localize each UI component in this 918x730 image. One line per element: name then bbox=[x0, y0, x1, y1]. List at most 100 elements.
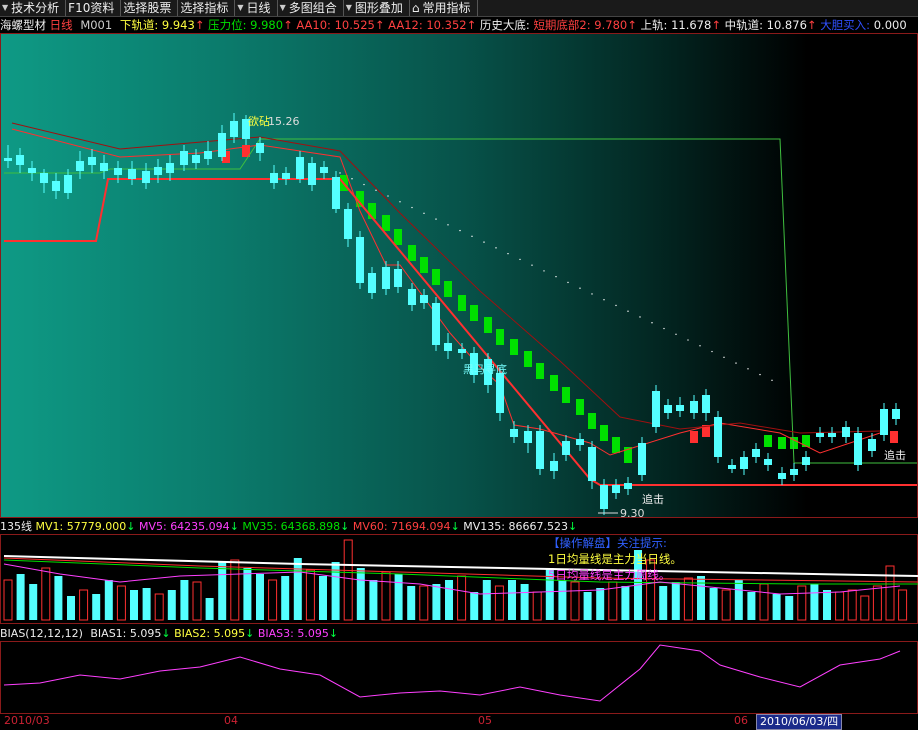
note-line-2: 5日均量线是主力周线。 bbox=[548, 568, 671, 582]
upper-track-value: 11.678 bbox=[671, 18, 712, 32]
candle-body-down bbox=[458, 349, 466, 353]
dotted-guide-dot bbox=[375, 189, 377, 191]
dotted-guide-dot bbox=[687, 339, 689, 341]
volume-bar-down bbox=[621, 586, 630, 620]
arrow-down-icon: ↓ bbox=[328, 627, 339, 640]
dotted-guide-dot bbox=[363, 183, 365, 186]
trend-band-block bbox=[576, 399, 584, 415]
toolbar-button-5[interactable]: ▼ 多图组合 bbox=[278, 0, 344, 16]
dropdown-arrow-icon: ▼ bbox=[279, 3, 286, 12]
volume-bar-up bbox=[3, 579, 13, 621]
toolbar-button-7[interactable]: ⌂ 常用指标 bbox=[410, 0, 478, 16]
bias-line bbox=[3, 644, 901, 702]
panel-border bbox=[0, 641, 918, 714]
candle-body-down bbox=[892, 409, 900, 419]
candle-body-down bbox=[256, 143, 264, 153]
trend-band-block bbox=[496, 329, 504, 345]
dotted-guide-dot bbox=[747, 368, 749, 370]
toolbar: ▼ 技术分析 F10资料 选择股票 选择指标 ▼ 日线 ▼ 多图组合 ▼ 图形叠加 ⌂ 常用指标 bbox=[0, 0, 918, 17]
arrow-down-icon: ↓ bbox=[340, 520, 350, 533]
toolbar-button-6[interactable]: ▼ 图形叠加 bbox=[344, 0, 410, 16]
toolbar-button-3[interactable]: 选择指标 bbox=[178, 0, 236, 16]
trend-band-block bbox=[420, 257, 428, 273]
volume-bar-down bbox=[67, 596, 75, 620]
arrow-down-icon: ↓ bbox=[568, 520, 578, 533]
candle-body-down bbox=[114, 168, 122, 175]
candle-body-down bbox=[638, 443, 646, 475]
candle-body-down bbox=[408, 289, 416, 305]
dotted-guide-dot bbox=[459, 229, 461, 232]
trend-band-block bbox=[890, 431, 898, 443]
dotted-guide-dot bbox=[615, 304, 617, 307]
candle-body-down bbox=[714, 417, 722, 457]
volume-bar-up bbox=[872, 585, 882, 621]
volume-bar-down bbox=[29, 584, 38, 620]
mid-track-value: 10.876 bbox=[766, 18, 807, 32]
toolbar-button-1[interactable]: F10资料 bbox=[66, 0, 122, 16]
indicator-info-bar: 海螺型材 日线 M001 下轨道: 9.943↑ 压力位: 9.980↑ AA1… bbox=[0, 17, 918, 33]
toolbar-button-2[interactable]: 选择股票 bbox=[121, 0, 179, 16]
volume-bar-up bbox=[759, 583, 769, 621]
candle-body-down bbox=[204, 151, 212, 159]
volume-bar-up bbox=[835, 591, 845, 621]
bias-info-bar: BIAS(12,12,12) BIAS1: 5.095↓ BIAS2: 5.09… bbox=[0, 626, 918, 641]
volume-bar-down bbox=[432, 584, 441, 620]
big-buy-value: 0.000 bbox=[873, 18, 907, 32]
bias-panel-name: BIAS(12,12,12) bbox=[0, 627, 83, 640]
candle-body-down bbox=[854, 433, 862, 465]
toolbar-button-4[interactable]: ▼ 日线 bbox=[235, 0, 278, 16]
toolbar-button-label: 常用指标 bbox=[422, 1, 471, 15]
dotted-guide-dot bbox=[735, 362, 737, 364]
bias3-value: 5.095 bbox=[297, 627, 329, 640]
volume-bar-up bbox=[268, 579, 278, 621]
volume-bar-down bbox=[709, 588, 718, 620]
trend-band-block bbox=[394, 229, 402, 245]
volume-bar-down bbox=[16, 574, 25, 620]
mv135-label: MV135: bbox=[463, 520, 505, 533]
dotted-guide-dot bbox=[423, 212, 425, 215]
candle-body-down bbox=[828, 433, 836, 437]
mv5-label: MV5: bbox=[138, 520, 167, 533]
dotted-guide-dot bbox=[351, 178, 353, 180]
arrow-down-icon: ↓ bbox=[450, 520, 460, 533]
dotted-guide-dot bbox=[603, 299, 605, 301]
price-chart[interactable]: 欲砧15.26黑马寻底追击追击9.30 bbox=[0, 33, 918, 518]
candle-body-down bbox=[16, 155, 24, 165]
trend-band-block bbox=[510, 339, 518, 355]
volume-bar-down bbox=[293, 558, 302, 620]
aa12-label: AA12: bbox=[388, 18, 423, 32]
volume-bar-down bbox=[180, 580, 189, 620]
annotation-chase-2: 追击 bbox=[884, 448, 906, 462]
candle-body-down bbox=[218, 133, 226, 157]
volume-bar-down bbox=[319, 576, 327, 620]
candle-body-down bbox=[676, 405, 684, 411]
trend-band-block bbox=[536, 363, 544, 379]
trend-band-block bbox=[588, 413, 596, 429]
dotted-guide-dot bbox=[519, 258, 521, 261]
arrow-down-icon: ↓ bbox=[126, 520, 136, 533]
volume-chart[interactable] bbox=[0, 534, 918, 624]
bias-chart[interactable] bbox=[0, 641, 918, 714]
candle-body-down bbox=[344, 209, 352, 239]
mv1-value: 57779.000 bbox=[66, 520, 127, 533]
toolbar-button-0[interactable]: ▼ 技术分析 bbox=[0, 0, 67, 16]
volume-bar-up bbox=[343, 539, 353, 621]
dotted-guide-dot bbox=[675, 333, 677, 335]
volume-bar-down bbox=[596, 588, 605, 620]
bias2-value: 5.095 bbox=[213, 627, 246, 640]
price-chart-panel[interactable]: 欲砧 15.26 黑马寻底 追击 追击 9.30 bbox=[0, 33, 918, 518]
big-buy-label: 大胆买入: bbox=[820, 18, 871, 32]
volume-bar-down bbox=[243, 568, 252, 620]
arrow-down-icon: ↓ bbox=[229, 520, 239, 533]
candle-body-down bbox=[524, 431, 532, 443]
candle-body-down bbox=[740, 457, 748, 469]
volume-bar-down bbox=[256, 574, 264, 620]
trend-band-block bbox=[484, 317, 492, 333]
candle-body-down bbox=[752, 449, 760, 457]
toolbar-button-label: 选择股票 bbox=[123, 1, 172, 15]
trend-band-block bbox=[562, 387, 570, 403]
volume-bar-up bbox=[381, 571, 391, 621]
pressure-value: 9.980 bbox=[250, 18, 284, 32]
upper-track-label: 上轨: bbox=[640, 18, 668, 32]
volume-info-bar: 135线 MV1: 57779.000↓ MV5: 64235.094↓ MV3… bbox=[0, 519, 918, 534]
